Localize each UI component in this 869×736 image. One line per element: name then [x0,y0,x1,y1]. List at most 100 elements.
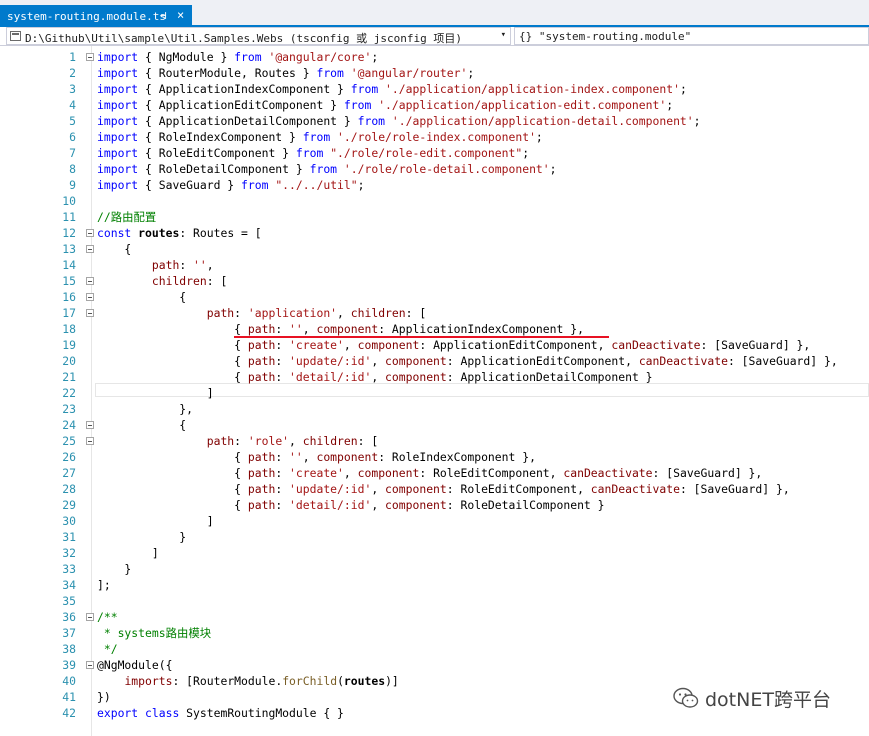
code-text: path: 'application', children: [ [206,306,427,320]
code-text: /** [97,610,118,624]
code-text: children: [ [151,274,228,288]
fold-toggle-icon[interactable] [86,53,94,61]
code-line[interactable]: 15 children: [ [0,273,869,289]
fold-toggle-icon[interactable] [86,421,94,429]
line-number: 23 [62,402,76,416]
line-number: 38 [62,642,76,656]
line-number: 28 [62,482,76,496]
line-number: 26 [62,450,76,464]
line-number: 19 [62,338,76,352]
fold-toggle-icon[interactable] [86,293,94,301]
tab-strip: system-routing.module.ts ⊣ × [0,0,869,27]
code-line[interactable]: 22 ] [0,385,869,401]
code-line[interactable]: 36 /** [0,609,869,625]
line-number: 35 [62,594,76,608]
code-line[interactable]: 30 ] [0,513,869,529]
code-line[interactable]: 19 { path: 'create', component: Applicat… [0,337,869,353]
code-line[interactable]: 31 } [0,529,869,545]
code-line[interactable]: 8 import { RoleDetailComponent } from './… [0,161,869,177]
code-text: ] [97,514,214,528]
code-line[interactable]: 4 import { ApplicationEditComponent } fro… [0,97,869,113]
code-text: export class SystemRoutingModule { } [97,706,344,720]
code-text: { path: 'update/:id', component: Applica… [97,354,838,368]
fold-toggle-icon[interactable] [86,277,94,285]
line-number: 18 [62,322,76,336]
fold-toggle-icon[interactable] [86,437,94,445]
line-number: 8 [69,162,76,176]
line-number: 13 [62,242,76,256]
code-line[interactable]: 38 */ [0,641,869,657]
pin-icon[interactable]: ⊣ [160,9,167,22]
line-number: 14 [62,258,76,272]
code-line[interactable]: 3 import { ApplicationIndexComponent } fr… [0,81,869,97]
code-text: //路由配置 [97,210,157,224]
code-text: { path: 'create', component: Application… [97,338,811,352]
project-dropdown[interactable]: D:\Github\Util\sample\Util.Samples.Webs … [6,27,511,45]
line-number: 25 [62,434,76,448]
line-number: 42 [62,706,76,720]
code-text: import { RoleDetailComponent } from './r… [97,162,557,176]
code-line[interactable]: 7 import { RoleEditComponent } from "./ro… [0,145,869,161]
code-text: import { NgModule } from '@angular/core'… [97,50,379,64]
code-line[interactable]: 35 [0,593,869,609]
code-line[interactable]: 26 { path: '', component: RoleIndexCompo… [0,449,869,465]
line-number: 29 [62,498,76,512]
code-line[interactable]: 6 import { RoleIndexComponent } from './r… [0,129,869,145]
code-line[interactable]: 2 import { RouterModule, Routes } from '@… [0,65,869,81]
code-line[interactable]: 28 { path: 'update/:id', component: Role… [0,481,869,497]
code-line[interactable]: 17 path: 'application', children: [ [0,305,869,321]
code-line[interactable]: 37 * systems路由模块 [0,625,869,641]
watermark-text: dotNET跨平台 [705,688,831,711]
code-line[interactable]: 25 path: 'role', children: [ [0,433,869,449]
code-line[interactable]: 24 { [0,417,869,433]
code-text: }, [97,402,194,416]
project-icon [10,31,21,41]
code-text: * systems路由模块 [97,626,212,640]
line-number: 34 [62,578,76,592]
line-number: 3 [69,82,76,96]
code-line[interactable]: 12 const routes: Routes = [ [0,225,869,241]
code-line[interactable]: 21 { path: 'detail/:id', component: Appl… [0,369,869,385]
fold-toggle-icon[interactable] [86,613,94,621]
code-line[interactable]: 1 import { NgModule } from '@angular/core… [0,49,869,65]
code-line[interactable]: 18 { path: '', component: ApplicationInd… [0,321,869,337]
code-editor[interactable]: 1 import { NgModule } from '@angular/core… [0,46,869,736]
line-number: 20 [62,354,76,368]
code-line[interactable]: 11 //路由配置 [0,209,869,225]
chevron-down-icon[interactable]: ▾ [501,30,506,40]
code-line[interactable]: 33 } [0,561,869,577]
scope-dropdown[interactable]: {} "system-routing.module" [514,27,869,45]
code-line[interactable]: 9 import { SaveGuard } from "../../util"; [0,177,869,193]
line-number: 30 [62,514,76,528]
code-line[interactable]: 23 }, [0,401,869,417]
code-text: } [97,562,132,576]
code-line[interactable]: 5 import { ApplicationDetailComponent } f… [0,113,869,129]
code-line[interactable]: 39 @NgModule({ [0,657,869,673]
code-line[interactable]: 34]; [0,577,869,593]
code-text: path: 'role', children: [ [206,434,379,448]
close-icon[interactable]: × [177,8,184,22]
fold-toggle-icon[interactable] [86,661,94,669]
code-line[interactable]: 32 ] [0,545,869,561]
fold-toggle-icon[interactable] [86,229,94,237]
line-number: 2 [69,66,76,80]
code-line[interactable]: 20 { path: 'update/:id', component: Appl… [0,353,869,369]
code-line[interactable]: 10 [0,193,869,209]
code-line[interactable]: 27 { path: 'create', component: RoleEdit… [0,465,869,481]
line-number: 10 [62,194,76,208]
code-text: @NgModule({ [97,658,173,672]
code-text: const routes: Routes = [ [97,226,262,240]
line-number: 9 [69,178,76,192]
code-line[interactable]: 29 { path: 'detail/:id', component: Role… [0,497,869,513]
fold-toggle-icon[interactable] [86,309,94,317]
code-line[interactable]: 13 { [0,241,869,257]
file-tab[interactable]: system-routing.module.ts ⊣ × [0,5,192,27]
fold-toggle-icon[interactable] [86,245,94,253]
line-number: 4 [69,98,76,112]
watermark: dotNET跨平台 [673,686,831,711]
code-line[interactable]: 16 { [0,289,869,305]
line-number: 39 [62,658,76,672]
project-path: D:\Github\Util\sample\Util.Samples.Webs … [25,32,462,45]
navigation-bar: D:\Github\Util\sample\Util.Samples.Webs … [0,27,869,46]
code-line[interactable]: 14 path: '', [0,257,869,273]
